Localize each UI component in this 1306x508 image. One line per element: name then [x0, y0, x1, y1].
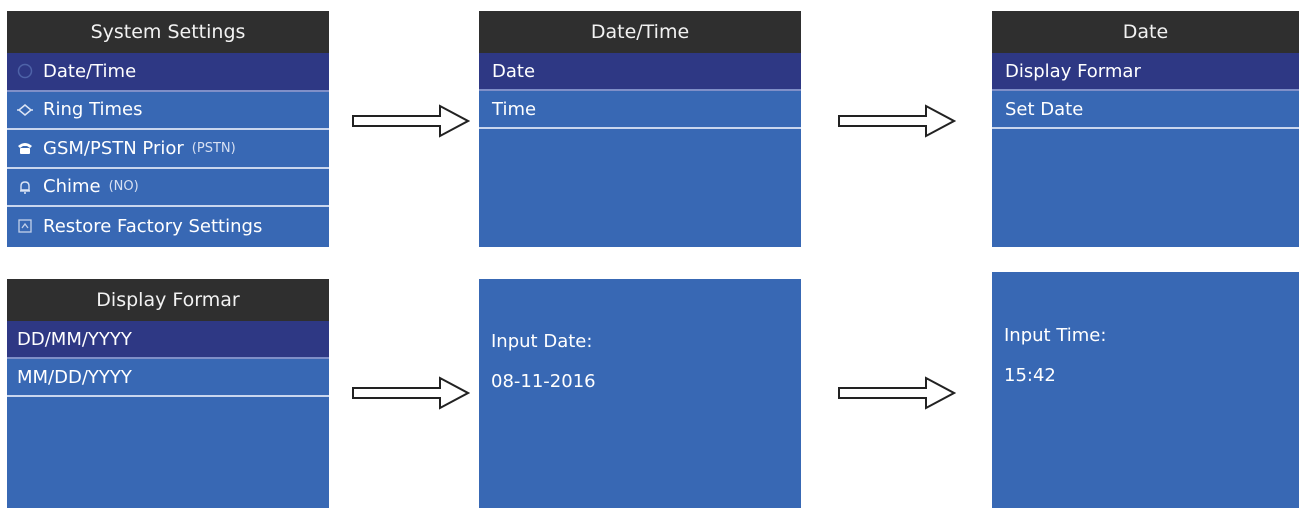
menu-item-gsm-pstn-prior[interactable]: GSM/PSTN Prior (PSTN) — [7, 130, 329, 169]
input-time-value[interactable]: 15:42 — [1004, 365, 1056, 386]
screen-title: Date — [992, 11, 1299, 53]
arrow-right-icon — [838, 376, 956, 410]
system-settings-screen: System Settings Date/Time Ring Times GSM… — [7, 11, 329, 247]
format-option-label: DD/MM/YYYY — [17, 328, 132, 350]
menu-item-label: Chime — [43, 176, 101, 198]
menu-item-label: Display Formar — [1005, 60, 1141, 82]
clock-icon — [15, 61, 35, 81]
phone-icon — [15, 138, 35, 158]
menu-item-label: Date — [492, 60, 536, 82]
menu-item-time[interactable]: Time — [479, 91, 801, 129]
menu-item-value: (NO) — [108, 179, 139, 195]
menu-item-chime[interactable]: Chime (NO) — [7, 169, 329, 207]
input-date-value[interactable]: 08-11-2016 — [491, 371, 596, 392]
input-date-screen: Input Date: 08-11-2016 — [479, 279, 801, 508]
input-time-prompt: Input Time: — [1004, 325, 1107, 346]
date-time-screen: Date/Time Date Time — [479, 11, 801, 247]
format-option-label: MM/DD/YYYY — [17, 366, 132, 388]
menu-item-label: Time — [492, 98, 537, 120]
screen-title: Date/Time — [479, 11, 801, 53]
menu-item-label: Set Date — [1005, 98, 1084, 120]
input-date-prompt: Input Date: — [491, 331, 593, 352]
menu-item-date[interactable]: Date — [479, 53, 801, 91]
display-format-screen: Display Formar DD/MM/YYYY MM/DD/YYYY — [7, 279, 329, 508]
menu-item-label: Restore Factory Settings — [43, 215, 263, 237]
screen-title: System Settings — [7, 11, 329, 53]
format-option-dd-mm-yyyy[interactable]: DD/MM/YYYY — [7, 321, 329, 359]
arrow-right-icon — [838, 104, 956, 138]
menu-item-date-time[interactable]: Date/Time — [7, 53, 329, 92]
menu-item-label: GSM/PSTN Prior — [43, 137, 184, 159]
menu-item-label: Ring Times — [43, 99, 143, 121]
format-option-mm-dd-yyyy[interactable]: MM/DD/YYYY — [7, 359, 329, 397]
restore-icon — [15, 216, 35, 236]
input-time-screen: Input Time: 15:42 — [992, 272, 1299, 508]
menu-item-restore-factory-settings[interactable]: Restore Factory Settings — [7, 207, 329, 246]
menu-item-label: Date/Time — [43, 60, 137, 82]
menu-item-set-date[interactable]: Set Date — [992, 91, 1299, 129]
chime-icon — [15, 177, 35, 197]
menu-item-value: (PSTN) — [191, 140, 236, 156]
screen-title: Display Formar — [7, 279, 329, 321]
menu-item-display-format[interactable]: Display Formar — [992, 53, 1299, 91]
arrow-right-icon — [352, 104, 470, 138]
arrow-right-icon — [352, 376, 470, 410]
bell-ring-icon — [15, 100, 35, 120]
menu-item-ring-times[interactable]: Ring Times — [7, 92, 329, 130]
date-screen: Date Display Formar Set Date — [992, 11, 1299, 247]
